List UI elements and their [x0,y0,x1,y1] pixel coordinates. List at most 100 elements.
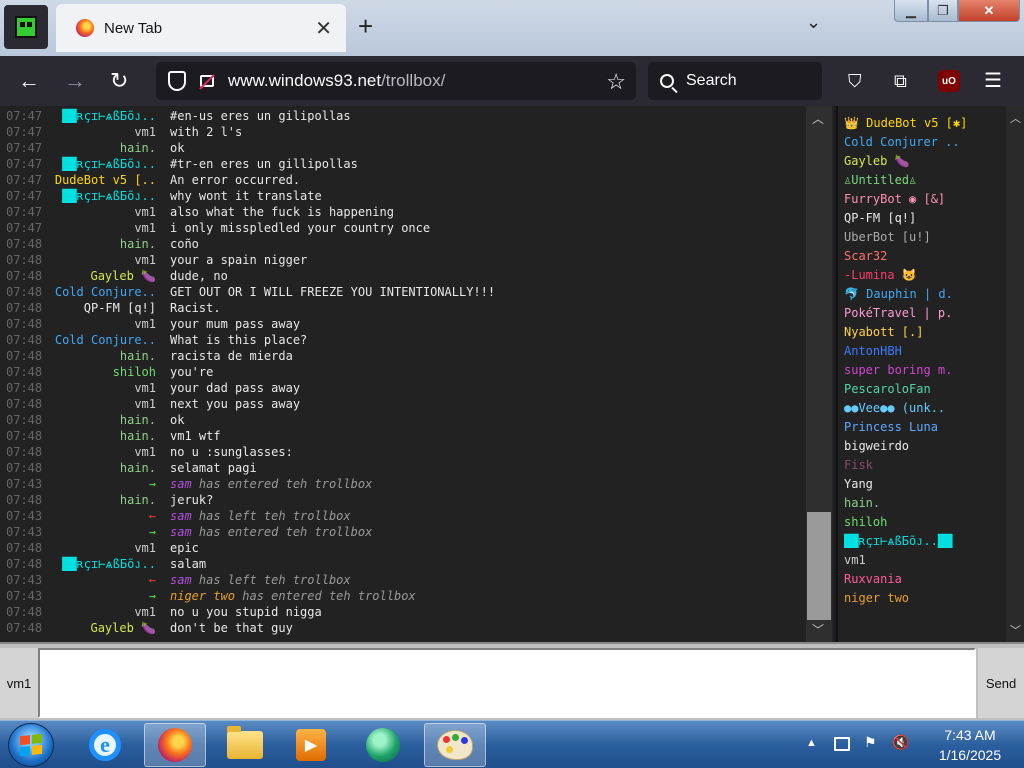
user-list-item[interactable]: PescaroloFan [844,380,1004,399]
message-nick[interactable]: ██ʀçɪ⊢ѧßБõᴊ.. [62,156,156,172]
puzzle-icon[interactable]: ⧉ [894,68,907,94]
user-list-item[interactable]: ♙Untitled♙ [844,171,1004,190]
message-nick[interactable]: vm1 [134,540,156,556]
message-nick[interactable]: vm1 [134,604,156,620]
url-bar[interactable]: www.windows93.net/trollbox/ ☆ [156,62,636,100]
ublock-icon[interactable]: uO [938,70,960,92]
message-nick[interactable]: vm1 [134,316,156,332]
user-list-item[interactable]: AntonHBH [844,342,1004,361]
user-list-scrollbar[interactable]: ︿ ﹀ [1006,106,1024,642]
message-nick[interactable]: shiloh [113,364,156,380]
message-nick[interactable]: ██ʀçɪ⊢ѧßБõᴊ.. [62,556,156,572]
message-nick[interactable]: hain. [120,460,156,476]
network-icon[interactable] [834,737,850,751]
user-list-item[interactable]: 🐬 Dauphin | d. [844,285,1004,304]
message-nick[interactable]: hain. [120,348,156,364]
message-nick[interactable]: ← [149,508,156,524]
message-nick[interactable]: → [149,524,156,540]
user-list-item[interactable]: Princess Luna [844,418,1004,437]
search-bar[interactable]: Search [648,62,822,100]
taskbar-globe-app[interactable] [352,723,414,767]
user-list-item[interactable]: Nyabott [.] [844,323,1004,342]
user-list-item[interactable]: niger two [844,589,1004,608]
user-list-item[interactable]: bigweirdo [844,437,1004,456]
shield-icon[interactable] [168,71,186,91]
back-arrow-icon[interactable]: ← [18,68,40,94]
chevron-down-icon[interactable]: ⌄ [806,12,821,33]
system-user[interactable]: sam [170,509,192,523]
message-nick[interactable]: Gayleb 🍆 [90,620,156,636]
chat-scroll-thumb[interactable] [807,512,831,620]
volume-muted-icon[interactable]: 🔇 [892,734,909,751]
user-list-item[interactable]: Gayleb 🍆 [844,152,1004,171]
tab-new-tab[interactable]: New Tab ✕ [56,4,346,52]
user-list-item[interactable]: super boring m. [844,361,1004,380]
taskbar-firefox[interactable] [144,723,206,767]
message-nick[interactable]: QP-FM [q!] [84,300,156,316]
message-nick[interactable]: vm1 [134,124,156,140]
user-list-item[interactable]: Yang [844,475,1004,494]
bookmark-star-icon[interactable]: ☆ [606,69,626,95]
show-hidden-icons-icon[interactable]: ▲ [806,737,817,749]
message-nick[interactable]: vm1 [134,396,156,412]
message-nick[interactable]: Cold Conjure.. [55,332,156,348]
message-nick[interactable]: vm1 [134,252,156,268]
user-list-item[interactable]: hain. [844,494,1004,513]
pocket-icon[interactable]: ⛉ [848,68,862,94]
message-nick[interactable]: hain. [120,428,156,444]
message-nick[interactable]: vm1 [134,220,156,236]
action-center-flag-icon[interactable]: ⚑ [864,734,877,751]
user-list-item[interactable]: -Lumina 😺 [844,266,1004,285]
message-nick[interactable]: ← [149,572,156,588]
user-list-item[interactable]: QP-FM [q!] [844,209,1004,228]
taskbar-file-explorer[interactable] [214,723,276,767]
restore-button[interactable]: ❐ [928,0,958,22]
message-nick[interactable]: vm1 [134,204,156,220]
reload-icon[interactable]: ↻ [110,68,128,94]
user-list-item[interactable]: FurryBot ◉ [&] [844,190,1004,209]
url-text[interactable]: www.windows93.net/trollbox/ [228,71,445,91]
clock[interactable]: 7:43 AM 1/16/2025 [920,725,1020,765]
message-nick[interactable]: DudeBot v5 [.. [55,172,156,188]
user-list-item[interactable]: Fisk [844,456,1004,475]
chevron-down-icon[interactable]: ﹀ [812,621,824,638]
app-icon[interactable] [4,5,48,49]
forward-arrow-icon[interactable]: → [64,68,86,94]
chat-scrollbar[interactable]: ︿ ﹀ [806,106,832,642]
start-button[interactable] [8,723,54,767]
user-list-item[interactable]: ●●Vee●● (unk.. [844,399,1004,418]
message-nick[interactable]: vm1 [134,380,156,396]
user-list-item[interactable]: shiloh [844,513,1004,532]
message-nick[interactable]: → [149,588,156,604]
send-button[interactable]: Send [978,648,1024,718]
system-user[interactable]: niger two [170,589,235,603]
system-user[interactable]: sam [170,477,192,491]
user-list-item[interactable]: vm1 [844,551,1004,570]
chevron-up-icon[interactable]: ︿ [1010,110,1021,126]
system-user[interactable]: sam [170,525,192,539]
message-nick[interactable]: Gayleb 🍆 [90,268,156,284]
user-list-item[interactable]: Cold Conjurer .. [844,133,1004,152]
user-list-item[interactable]: ██ʀçɪ⊢ѧßБõᴊ..██ [844,532,1004,551]
new-tab-button[interactable]: + [358,12,373,40]
user-list-item[interactable]: PokéTravel | p. [844,304,1004,323]
taskbar-paint[interactable] [424,723,486,767]
window-close-button[interactable]: ✕ [958,0,1020,22]
user-list-item[interactable]: Scar32 [844,247,1004,266]
message-input[interactable] [38,648,976,718]
hamburger-menu-icon[interactable]: ☰ [984,68,1002,94]
user-list-item[interactable]: 👑 DudeBot v5 [✱] [844,114,1004,133]
chevron-down-icon[interactable]: ﹀ [1010,622,1021,638]
nickname-button[interactable]: vm1 [0,648,38,718]
message-nick[interactable]: ██ʀçɪ⊢ѧßБõᴊ.. [62,108,156,124]
chevron-up-icon[interactable]: ︿ [812,110,824,127]
user-list-item[interactable]: UberBot [u!] [844,228,1004,247]
message-nick[interactable]: hain. [120,492,156,508]
insecure-lock-icon[interactable] [200,75,214,87]
message-nick[interactable]: hain. [120,412,156,428]
message-nick[interactable]: ██ʀçɪ⊢ѧßБõᴊ.. [62,188,156,204]
message-nick[interactable]: → [149,476,156,492]
system-user[interactable]: sam [170,573,192,587]
message-nick[interactable]: vm1 [134,444,156,460]
minimize-button[interactable]: ▁ [894,0,928,22]
